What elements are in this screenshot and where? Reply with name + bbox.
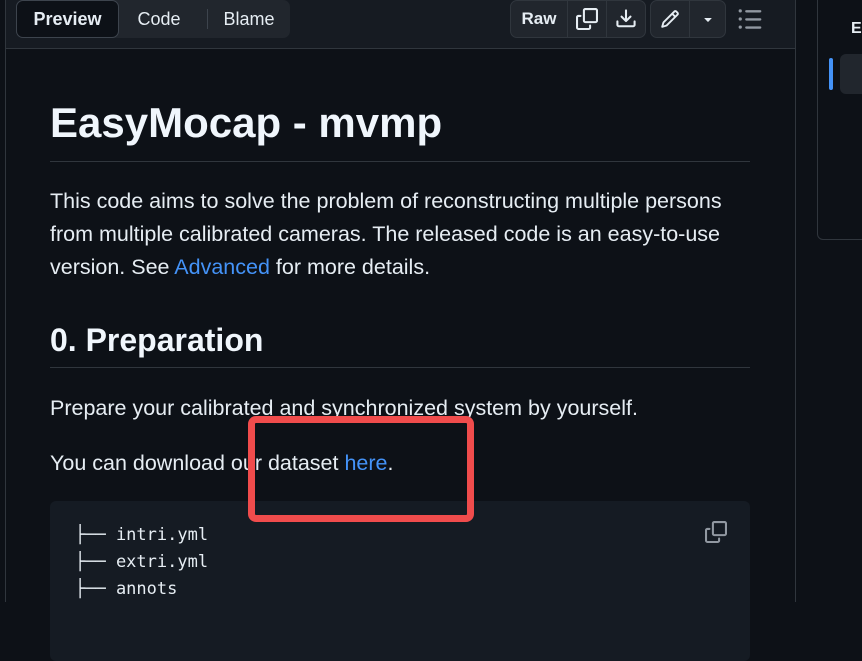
side-panel: E xyxy=(817,0,862,240)
tab-code[interactable]: Code xyxy=(119,0,199,38)
side-panel-item[interactable] xyxy=(840,54,862,94)
list-unordered-icon xyxy=(738,9,762,29)
copy-code-button[interactable] xyxy=(705,521,729,545)
code-line: ├── extri.yml xyxy=(75,552,209,572)
edit-file-button[interactable] xyxy=(651,1,689,37)
tab-blame[interactable]: Blame xyxy=(209,0,289,38)
dataset-here-link[interactable]: here xyxy=(344,451,387,475)
download-icon xyxy=(616,9,636,28)
triangle-down-icon xyxy=(703,18,712,22)
download-paragraph: You can download our dataset here. xyxy=(50,451,394,475)
advanced-link[interactable]: Advanced xyxy=(174,255,270,279)
tab-preview[interactable]: Preview xyxy=(16,0,119,38)
active-indicator xyxy=(829,58,833,90)
edit-options-dropdown[interactable] xyxy=(690,1,725,37)
side-panel-label: E xyxy=(851,20,862,37)
outline-button[interactable] xyxy=(737,6,767,32)
edit-group xyxy=(650,0,726,38)
copy-raw-button[interactable] xyxy=(568,1,606,37)
view-mode-switcher: Preview Code Blame xyxy=(16,0,290,38)
code-line: ├── intri.yml xyxy=(75,525,209,545)
code-block: ├── intri.yml ├── extri.yml ├── annots xyxy=(50,501,750,661)
download-button[interactable] xyxy=(607,1,645,37)
preparation-heading: 0. Preparation xyxy=(50,322,264,358)
prep-paragraph: Prepare your calibrated and synchronized… xyxy=(50,396,638,420)
copy-icon xyxy=(705,521,727,543)
pencil-icon xyxy=(661,10,679,28)
intro-paragraph: This code aims to solve the problem of r… xyxy=(50,189,722,279)
code-line: ├── annots xyxy=(75,579,178,599)
title-divider xyxy=(50,161,750,162)
raw-copy-download-group: Raw xyxy=(510,0,646,38)
file-header: Preview Code Blame Raw xyxy=(6,0,795,49)
copy-icon xyxy=(576,8,598,30)
raw-button[interactable]: Raw xyxy=(511,1,567,37)
tab-divider xyxy=(207,9,208,29)
readme-title: EasyMocap - mvmp xyxy=(50,99,443,146)
heading-divider xyxy=(50,367,750,368)
